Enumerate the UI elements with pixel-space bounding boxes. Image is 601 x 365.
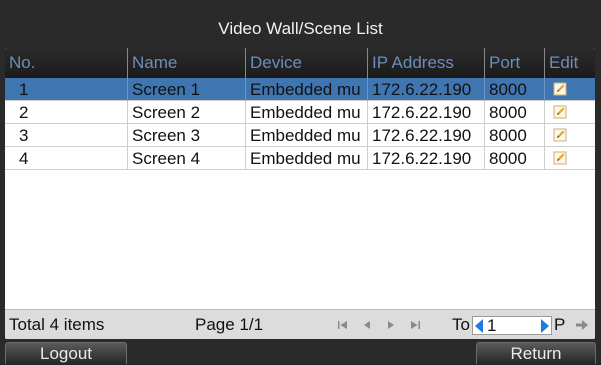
decrement-arrow-icon[interactable] — [475, 319, 483, 333]
column-header-port[interactable]: Port — [485, 48, 545, 78]
cell-edit — [545, 124, 595, 147]
edit-pencil-icon[interactable] — [553, 105, 567, 119]
pagination-bar: Total 4 items Page 1/1 To 1 P — [5, 309, 595, 339]
page-title: Video Wall/Scene List — [218, 19, 383, 38]
cell-name: Screen 2 — [128, 101, 246, 124]
cell-device: Embedded mu — [246, 147, 368, 170]
cell-port: 8000 — [485, 124, 545, 147]
cell-port: 8000 — [485, 78, 545, 101]
cell-port: 8000 — [485, 101, 545, 124]
table-row[interactable]: 3 Screen 3 Embedded mu 172.6.22.190 8000 — [5, 124, 595, 147]
cell-ip: 172.6.22.190 — [368, 78, 485, 101]
cell-edit — [545, 78, 595, 101]
cell-ip: 172.6.22.190 — [368, 147, 485, 170]
edit-pencil-icon[interactable] — [553, 151, 567, 165]
column-header-edit[interactable]: Edit — [545, 48, 595, 78]
column-header-ip[interactable]: IP Address — [368, 48, 485, 78]
cell-no: 4 — [5, 147, 128, 170]
column-header-device[interactable]: Device — [246, 48, 368, 78]
last-page-icon[interactable] — [409, 320, 421, 330]
cell-no: 2 — [5, 101, 128, 124]
return-button[interactable]: Return — [476, 342, 596, 364]
cell-name: Screen 4 — [128, 147, 246, 170]
cell-device: Embedded mu — [246, 124, 368, 147]
page-unit-label: P — [554, 315, 566, 334]
first-page-icon[interactable] — [337, 320, 349, 330]
increment-arrow-icon[interactable] — [541, 319, 549, 333]
column-header-name[interactable]: Name — [128, 48, 246, 78]
window: Video Wall/Scene List No. Name Device IP… — [0, 0, 601, 364]
table-row[interactable]: 4 Screen 4 Embedded mu 172.6.22.190 8000 — [5, 147, 595, 170]
page-number-input[interactable]: 1 — [472, 316, 552, 335]
cell-ip: 172.6.22.190 — [368, 124, 485, 147]
cell-edit — [545, 101, 595, 124]
cell-ip: 172.6.22.190 — [368, 101, 485, 124]
column-header-no[interactable]: No. — [5, 48, 128, 78]
go-arrow-icon[interactable] — [575, 319, 589, 331]
goto-label: To — [452, 315, 470, 334]
cell-device: Embedded mu — [246, 101, 368, 124]
table-row[interactable]: 2 Screen 2 Embedded mu 172.6.22.190 8000 — [5, 101, 595, 124]
cell-no: 1 — [5, 78, 128, 101]
table-header: No. Name Device IP Address Port Edit — [5, 48, 595, 78]
cell-port: 8000 — [485, 147, 545, 170]
table-row[interactable]: 1 Screen 1 Embedded mu 172.6.22.190 8000 — [5, 78, 595, 101]
cell-device: Embedded mu — [246, 78, 368, 101]
page-indicator: Page 1/1 — [195, 315, 264, 334]
edit-pencil-icon[interactable] — [553, 82, 567, 96]
scene-table: No. Name Device IP Address Port Edit 1 Sc… — [5, 48, 595, 339]
edit-pencil-icon[interactable] — [553, 128, 567, 142]
prev-page-icon[interactable] — [361, 320, 373, 330]
cell-edit — [545, 147, 595, 170]
page-number-value: 1 — [487, 316, 497, 335]
logout-button[interactable]: Logout — [5, 342, 127, 364]
next-page-icon[interactable] — [385, 320, 397, 330]
cell-name: Screen 3 — [128, 124, 246, 147]
total-items: Total 4 items — [9, 315, 105, 334]
cell-name: Screen 1 — [128, 78, 246, 101]
cell-no: 3 — [5, 124, 128, 147]
